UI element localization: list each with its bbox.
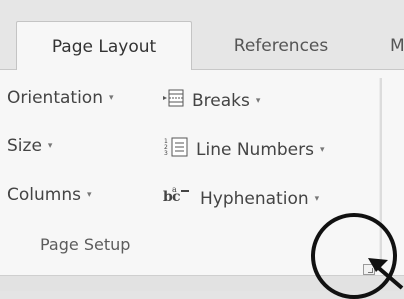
hyphenation-label: Hyphenation [200,188,309,209]
orientation-label: Orientation [7,88,103,108]
size-label: Size [7,136,42,156]
breaks-label: Breaks [192,90,250,111]
tab-references[interactable]: References [206,22,356,70]
hyphenation-icon: b c a [162,185,194,212]
size-button[interactable]: Size ▾ [7,136,52,156]
breaks-icon [162,88,186,113]
hyphenation-dropdown-caret: ▾ [314,193,320,204]
line-numbers-button[interactable]: 1 2 3 Line Numbers ▾ [162,136,325,163]
page-setup-group-label: Page Setup [40,235,131,254]
tab-next-partial[interactable]: M [390,22,404,70]
orientation-button[interactable]: Orientation ▾ [7,88,114,108]
columns-button[interactable]: Columns ▾ [7,185,92,205]
line-numbers-label: Line Numbers [196,139,314,160]
arrow-pointer [368,258,404,290]
svg-text:a: a [172,185,177,194]
line-numbers-dropdown-caret: ▾ [319,144,325,155]
breaks-dropdown-caret: ▾ [255,95,261,106]
breaks-button[interactable]: Breaks ▾ [162,88,260,113]
columns-dropdown-caret: ▾ [86,190,92,200]
tab-next-partial-label: M [390,36,404,56]
hyphenation-button[interactable]: b c a Hyphenation ▾ [162,185,319,212]
line-numbers-icon: 1 2 3 [162,136,190,163]
columns-label: Columns [7,185,81,205]
svg-text:3: 3 [164,150,168,157]
size-dropdown-caret: ▾ [47,141,53,151]
orientation-dropdown-caret: ▾ [108,93,114,103]
tab-page-layout-label: Page Layout [51,37,157,57]
tab-page-layout[interactable]: Page Layout [16,21,192,72]
tab-references-label: References [233,36,329,56]
